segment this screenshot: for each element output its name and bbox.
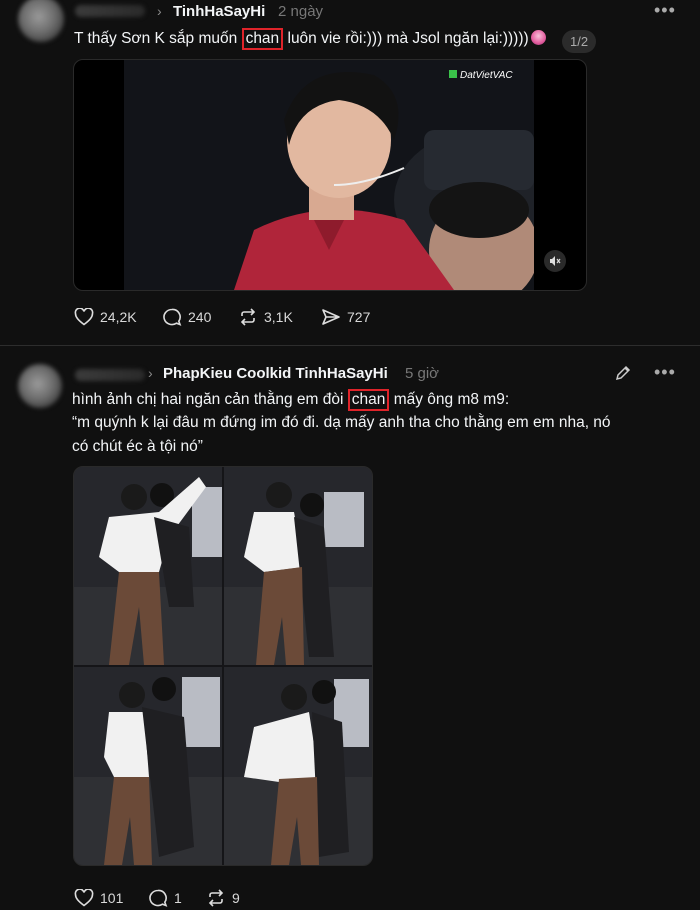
like-button[interactable]: 24,2K <box>74 308 137 326</box>
repost-icon <box>208 889 224 907</box>
blurred-username <box>75 369 145 381</box>
post-text-line: có chút éc à tội nó” <box>72 438 203 455</box>
watermark-text: DatVietVAC <box>460 70 513 81</box>
highlight-box: chan <box>241 28 284 50</box>
repost-count: 3,1K <box>264 309 293 325</box>
image-frame <box>224 667 372 865</box>
chevron-right-icon: › <box>157 3 162 19</box>
video-scene <box>124 60 534 290</box>
heart-icon <box>74 308 94 326</box>
share-count: 727 <box>347 309 371 325</box>
post-text-part: hình ảnh chị hai ngăn cản thằng em đòi <box>72 391 348 408</box>
media-pager: 1/2 <box>562 30 597 53</box>
comment-bubble-icon <box>149 889 168 907</box>
avatar[interactable] <box>18 364 62 408</box>
avatar[interactable] <box>18 0 64 42</box>
post-text-part: mấy ông m8 m9: <box>389 391 510 408</box>
chevron-right-icon: › <box>148 365 153 381</box>
share-button[interactable]: 727 <box>321 308 370 326</box>
video-player[interactable]: DatVietVAC <box>73 59 587 291</box>
emoji-icon <box>530 30 546 45</box>
post-text-line: “m quýnh k lại đâu m đứng im đó đi. dạ m… <box>72 414 611 431</box>
post-text-part: luôn vie rồi:))) mà Jsol ngăn lại:))))) <box>283 30 529 47</box>
highlight-box: chan <box>347 389 390 411</box>
post-username[interactable]: TinhHaSayHi <box>173 3 265 20</box>
post-divider <box>0 345 700 346</box>
like-button[interactable]: 101 <box>74 889 123 907</box>
video-frame: DatVietVAC <box>124 60 534 290</box>
comment-count: 240 <box>188 309 212 325</box>
speaker-muted-icon[interactable] <box>544 250 566 272</box>
blurred-username <box>75 5 145 17</box>
repost-icon <box>240 308 256 326</box>
post-text: T thấy Sơn K sắp muốn chan luôn vie rồi:… <box>74 28 546 50</box>
repost-count: 9 <box>232 890 240 906</box>
comment-button[interactable]: 1 <box>148 889 182 907</box>
watermark: DatVietVAC <box>449 70 513 81</box>
send-icon <box>322 309 340 325</box>
post-timestamp[interactable]: 2 ngày <box>278 3 323 20</box>
comment-bubble-icon <box>163 308 182 326</box>
post-text-line: hình ảnh chị hai ngăn cản thằng em đòi c… <box>72 389 509 411</box>
more-dots-icon[interactable]: ••• <box>654 362 676 383</box>
image-frame <box>74 667 222 865</box>
post-usernames[interactable]: PhapKieu Coolkid TinhHaSayHi <box>163 365 388 382</box>
pencil-icon[interactable] <box>614 364 632 387</box>
image-frame <box>74 467 222 665</box>
more-dots-icon[interactable]: ••• <box>654 0 676 21</box>
post-timestamp[interactable]: 5 giờ <box>405 365 439 382</box>
image-grid[interactable] <box>73 466 373 866</box>
logo-icon <box>449 70 457 78</box>
like-count: 24,2K <box>100 309 137 325</box>
repost-button[interactable]: 3,1K <box>238 308 293 326</box>
comment-count: 1 <box>174 890 182 906</box>
repost-button[interactable]: 9 <box>206 889 240 907</box>
like-count: 101 <box>100 890 124 906</box>
post-text-part: T thấy Sơn K sắp muốn <box>74 30 242 47</box>
image-frame <box>224 467 372 665</box>
comment-button[interactable]: 240 <box>162 308 211 326</box>
heart-icon <box>74 889 94 907</box>
